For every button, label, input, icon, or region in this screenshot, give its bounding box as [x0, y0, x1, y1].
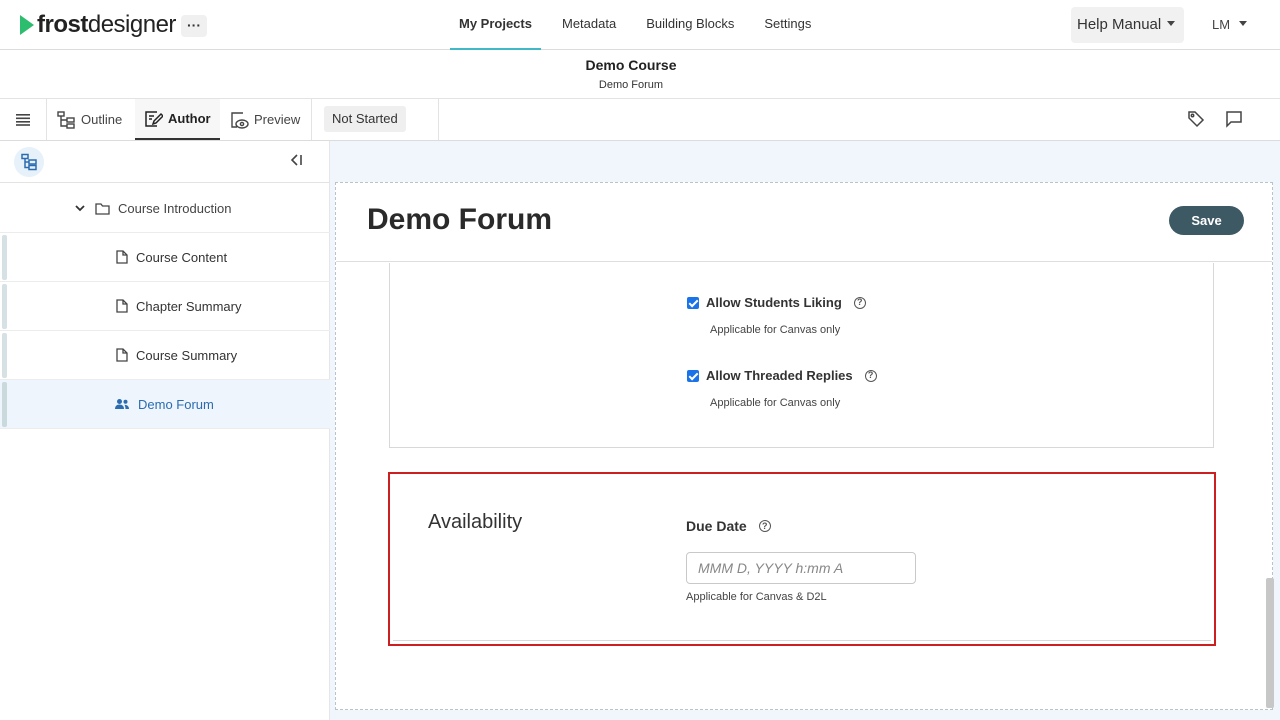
caret-down-icon: [1239, 21, 1248, 26]
hamburger-icon: [16, 114, 30, 126]
due-date-label: Due Date ?: [686, 518, 771, 534]
tree-item-label: Course Summary: [136, 347, 238, 363]
page-title: Demo Forum: [367, 203, 553, 236]
comments-button[interactable]: [1225, 110, 1243, 133]
page-icon: [116, 250, 128, 264]
tree-item-page[interactable]: Course Content: [0, 233, 330, 282]
outline-tree-icon: [57, 110, 75, 129]
folder-icon: [95, 202, 110, 215]
help-circle-icon[interactable]: ?: [864, 369, 877, 382]
tab-author-label: Author: [168, 111, 211, 126]
outline-sidebar: Course Introduction Course Content Chapt…: [0, 141, 330, 720]
course-subtitle: Demo Forum: [598, 79, 664, 91]
tree-indent-bar: [2, 284, 7, 329]
nav-metadata[interactable]: Metadata: [553, 0, 625, 50]
tree-item-folder[interactable]: Course Introduction: [0, 184, 330, 233]
tree-item-page[interactable]: Course Summary: [0, 331, 330, 380]
top-navigation-bar: frostdesigner ··· My Projects Metadata B…: [0, 0, 1280, 50]
option-allow-students-liking[interactable]: Allow Students Liking ?: [687, 295, 866, 310]
page-icon: [116, 299, 128, 313]
course-header: Demo Course Demo Forum: [0, 50, 1280, 99]
toolbar-separator: [311, 99, 312, 140]
user-menu[interactable]: LM: [1212, 17, 1248, 32]
logo-text-light: designer: [87, 11, 177, 38]
tree-item-label: Course Introduction: [118, 200, 232, 216]
toolbar-separator: [438, 99, 439, 140]
due-date-label-text: Due Date: [686, 518, 747, 534]
availability-section: Availability Due Date ? MMM D, YYYY h:mm…: [388, 472, 1216, 646]
allow-liking-checkbox[interactable]: [687, 296, 699, 309]
forum-settings-section: Allow Students Liking ? Applicable for C…: [389, 263, 1214, 448]
user-initials: LM: [1212, 17, 1231, 32]
preview-eye-icon: [231, 111, 249, 129]
chevron-down-icon[interactable]: [74, 202, 86, 214]
tag-button[interactable]: [1187, 110, 1205, 133]
tree-item-label: Chapter Summary: [136, 298, 242, 314]
editor-toolbar: Outline Author Preview: [0, 99, 1280, 141]
option-note: Applicable for Canvas only: [710, 397, 841, 409]
tree-indent-bar: [2, 333, 7, 378]
due-date-note: Applicable for Canvas & D2L: [686, 591, 827, 603]
caret-down-icon: [1167, 21, 1176, 26]
nav-building-blocks[interactable]: Building Blocks: [637, 0, 743, 50]
help-circle-icon[interactable]: ?: [853, 296, 866, 309]
course-title: Demo Course: [585, 57, 677, 73]
logo-text-bold: frost: [37, 11, 88, 38]
tree-item-label: Demo Forum: [138, 396, 214, 412]
author-edit-icon: [145, 110, 163, 127]
collapse-sidebar-button[interactable]: [289, 153, 303, 170]
editor-panel: Demo Forum Save Allow Students Liking ? …: [335, 182, 1273, 710]
tree-view-toggle[interactable]: [14, 147, 44, 177]
collapse-left-icon: [290, 154, 302, 166]
tree-structure-icon: [21, 153, 37, 171]
option-label: Allow Threaded Replies: [706, 368, 853, 383]
help-manual-dropdown[interactable]: Help Manual: [1071, 7, 1184, 43]
tree-item-forum-selected[interactable]: Demo Forum: [0, 380, 330, 429]
frost-designer-logo[interactable]: frostdesigner: [20, 10, 176, 40]
allow-threaded-checkbox[interactable]: [687, 369, 699, 382]
page-icon: [116, 348, 128, 362]
tab-author[interactable]: Author: [135, 99, 220, 140]
availability-title: Availability: [428, 511, 523, 533]
tree-indent-bar: [2, 235, 7, 280]
more-options-button[interactable]: ···: [181, 15, 207, 37]
main-nav: My Projects Metadata Building Blocks Set…: [450, 0, 832, 50]
editor-panel-header: Demo Forum Save: [336, 183, 1272, 262]
tab-outline-label: Outline: [81, 112, 123, 127]
tab-outline[interactable]: Outline: [56, 99, 122, 140]
editor-scrollbar[interactable]: [1266, 578, 1274, 708]
option-label: Allow Students Liking: [706, 295, 842, 310]
tree-indent-bar: [2, 382, 7, 427]
status-badge[interactable]: Not Started: [324, 106, 406, 132]
option-note: Applicable for Canvas only: [710, 324, 841, 336]
tag-icon: [1188, 111, 1205, 128]
tree-item-label: Course Content: [136, 249, 228, 265]
section-divider: [393, 640, 1211, 641]
tab-preview[interactable]: Preview: [229, 99, 300, 140]
option-allow-threaded-replies[interactable]: Allow Threaded Replies ?: [687, 368, 877, 383]
save-button[interactable]: Save: [1169, 206, 1244, 235]
comment-icon: [1226, 111, 1242, 128]
help-manual-label: Help Manual: [1077, 16, 1162, 33]
due-date-input[interactable]: MMM D, YYYY h:mm A: [686, 552, 916, 584]
tree-item-page[interactable]: Chapter Summary: [0, 282, 330, 331]
nav-my-projects[interactable]: My Projects: [450, 0, 541, 50]
help-circle-icon[interactable]: ?: [758, 520, 771, 532]
tab-preview-label: Preview: [254, 112, 301, 127]
nav-settings[interactable]: Settings: [755, 0, 820, 50]
forum-users-icon: [114, 398, 130, 410]
logo-chevron-icon: [20, 15, 34, 35]
menu-toggle-button[interactable]: [0, 99, 47, 140]
sidebar-header: [0, 141, 330, 183]
